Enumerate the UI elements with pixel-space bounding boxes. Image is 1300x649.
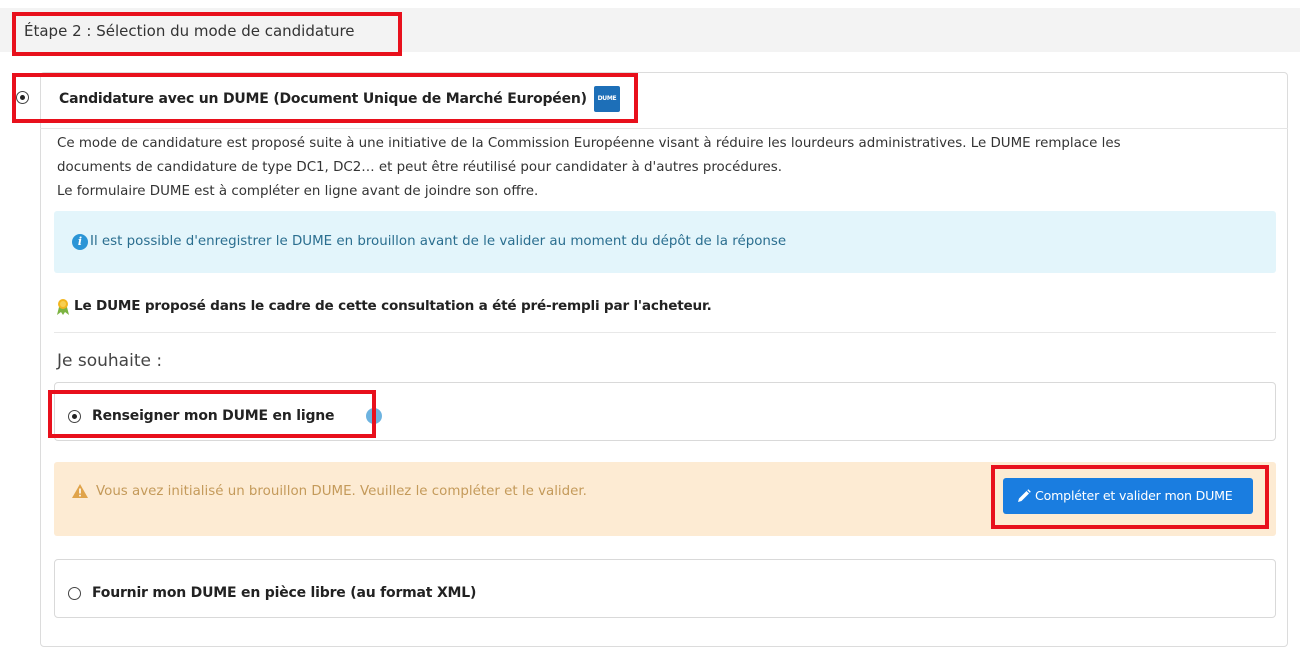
complete-validate-dume-label: Compléter et valider mon DUME	[1035, 488, 1233, 503]
description-line: Ce mode de candidature est proposé suite…	[57, 136, 1121, 151]
info-icon[interactable]: i	[366, 408, 382, 424]
medal-icon	[57, 299, 69, 315]
xml-option-label[interactable]: Fournir mon DUME en pièce libre (au form…	[92, 585, 476, 601]
prefill-divider	[54, 332, 1276, 333]
pencil-icon	[1018, 489, 1031, 502]
info-icon: i	[72, 234, 88, 250]
info-text: Il est possible d'enregistrer le DUME en…	[90, 234, 787, 249]
warning-icon	[72, 484, 88, 498]
warning-text: Vous avez initialisé un brouillon DUME. …	[96, 484, 587, 499]
description-line: Le formulaire DUME est à compléter en li…	[57, 184, 539, 199]
step-title: Étape 2 : Sélection du mode de candidatu…	[24, 22, 355, 40]
panel-divider	[40, 128, 1288, 129]
online-option-radio[interactable]	[68, 410, 81, 423]
description-line: documents de candidature de type DC1, DC…	[57, 160, 783, 175]
dume-option-radio[interactable]	[16, 91, 29, 104]
xml-option-radio[interactable]	[68, 587, 81, 600]
wish-label: Je souhaite :	[57, 351, 163, 371]
prefill-notice: Le DUME proposé dans le cadre de cette c…	[74, 298, 712, 314]
dume-description: Ce mode de candidature est proposé suite…	[57, 132, 1277, 204]
dume-logo: DUME	[594, 86, 620, 112]
online-option-label[interactable]: Renseigner mon DUME en ligne	[92, 408, 335, 424]
dume-option-title: Candidature avec un DUME (Document Uniqu…	[59, 91, 587, 107]
complete-validate-dume-button[interactable]: Compléter et valider mon DUME	[1003, 478, 1253, 514]
